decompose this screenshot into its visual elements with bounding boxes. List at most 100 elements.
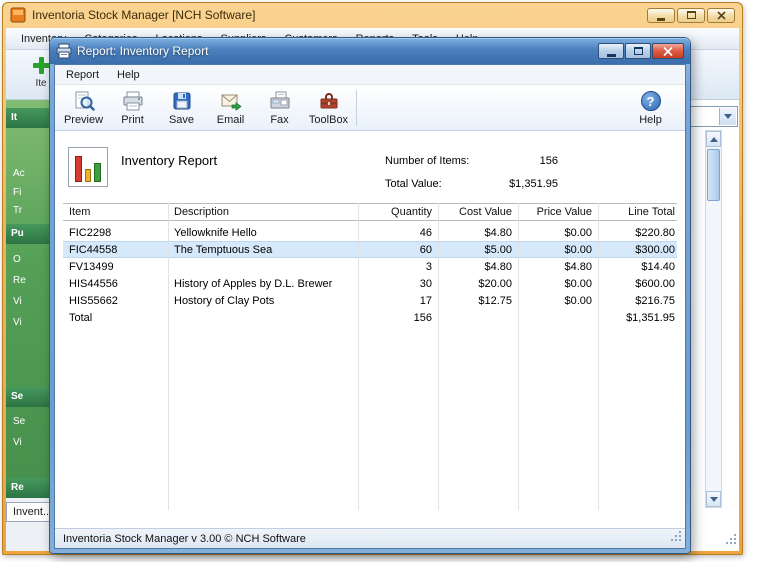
column-header-description[interactable]: Description (168, 206, 358, 218)
sidebar-item-view-3[interactable]: Vi (6, 435, 52, 451)
plus-icon (31, 55, 52, 76)
column-divider (438, 203, 439, 510)
email-button[interactable]: Email (206, 86, 255, 130)
main-titlebar[interactable]: Inventoria Stock Manager [NCH Software] (2, 2, 743, 28)
cell-description: History of Apples by D.L. Brewer (174, 277, 333, 290)
save-button[interactable]: Save (157, 86, 206, 130)
cell-cost-value: $20.00 (478, 277, 512, 290)
sidebar-header-sales: Se (6, 387, 52, 407)
report-window: Report: Inventory Report Report Help Pre… (50, 38, 690, 553)
help-icon: ? (640, 90, 661, 113)
save-label: Save (168, 113, 195, 126)
cell-cost-value: $4.80 (484, 226, 512, 239)
cell-description: The Temptuous Sea (174, 243, 273, 256)
sidebar-item-add[interactable]: Ac (6, 166, 52, 182)
cell-cost-value: $4.80 (484, 260, 512, 273)
report-content: Inventory Report Number of Items: 156 To… (55, 131, 685, 528)
maximize-icon (686, 11, 696, 19)
cell-quantity: 17 (419, 294, 432, 307)
table-row[interactable]: FV13499 3 $4.80 $4.80 $14.40 (63, 258, 677, 275)
cell-item: HIS55662 (69, 294, 118, 307)
cell-item: HIS44556 (69, 277, 118, 290)
table-row[interactable]: FIC44558 The Temptuous Sea 60 $5.00 $0.0… (63, 241, 677, 258)
maximize-icon (633, 47, 643, 55)
table-row[interactable]: HIS44556 History of Apples by D.L. Brewe… (63, 275, 677, 292)
sidebar-item-sell[interactable]: Se (6, 414, 52, 430)
report-window-controls (598, 43, 684, 59)
save-icon (171, 90, 193, 113)
table-row[interactable]: Total 156 $1,351.95 (63, 309, 677, 326)
preview-icon (73, 90, 95, 113)
table-row[interactable]: HIS55662 Hostory of Clay Pots 17 $12.75 … (63, 292, 677, 309)
table-header: Item Description Quantity Cost Value Pri… (63, 203, 677, 221)
sidebar-item-find[interactable]: Fi (6, 185, 52, 201)
preview-label: Preview (63, 113, 104, 126)
minimize-button[interactable] (647, 7, 675, 23)
cell-price-value: $0.00 (564, 243, 592, 256)
minimize-icon (657, 17, 665, 21)
report-minimize-button[interactable] (598, 43, 624, 59)
fax-icon (269, 90, 291, 113)
print-button[interactable]: Print (108, 86, 157, 130)
help-button[interactable]: ? Help (626, 86, 675, 130)
cell-price-value: $0.00 (564, 226, 592, 239)
report-menu-help[interactable]: Help (108, 65, 149, 84)
scroll-up-button[interactable] (706, 131, 721, 147)
table-row[interactable]: FIC2298 Yellowknife Hello 46 $4.80 $0.00… (63, 224, 677, 241)
report-toolbar: Preview Print Save Email Fax ToolBox ? H… (55, 85, 685, 131)
main-resize-grip[interactable] (725, 533, 738, 551)
help-label: Help (639, 113, 662, 126)
report-menubar: Report Help (55, 65, 685, 85)
main-window-controls (647, 7, 735, 23)
main-scrollbar[interactable] (705, 130, 722, 508)
sidebar-item-orders[interactable]: O (6, 252, 52, 268)
cell-item: Total (69, 311, 93, 324)
column-header-line-total[interactable]: Line Total (598, 206, 677, 218)
bar-chart-icon (68, 147, 108, 187)
main-window-title: Inventoria Stock Manager [NCH Software] (32, 8, 256, 22)
close-button[interactable] (707, 7, 735, 23)
column-divider (168, 203, 169, 510)
cell-price-value: $4.80 (564, 260, 592, 273)
cell-quantity: 46 (419, 226, 432, 239)
total-value: $1,351.95 (509, 178, 558, 190)
maximize-button[interactable] (677, 7, 705, 23)
sidebar-item-receive[interactable]: Re (6, 273, 52, 289)
report-resize-grip[interactable] (670, 530, 683, 546)
status-text: Inventoria Stock Manager v 3.00 © NCH So… (63, 532, 306, 545)
sidebar-item-transfer[interactable]: Tr (6, 203, 52, 219)
cell-line-total: $216.75 (635, 294, 675, 307)
report-titlebar[interactable]: Report: Inventory Report (50, 38, 690, 64)
cell-item: FV13499 (69, 260, 114, 273)
arrow-up-icon (709, 136, 718, 142)
cell-price-value: $0.00 (564, 294, 592, 307)
cell-quantity: 3 (425, 260, 432, 273)
column-header-item[interactable]: Item (63, 206, 168, 218)
sidebar-item-view-1[interactable]: Vi (6, 294, 52, 310)
table-body: FIC2298 Yellowknife Hello 46 $4.80 $0.00… (63, 221, 677, 326)
report-menu-report[interactable]: Report (57, 65, 108, 84)
scroll-down-button[interactable] (706, 491, 721, 507)
fax-button[interactable]: Fax (255, 86, 304, 130)
sidebar-header-items: It (6, 108, 52, 128)
scrollbar-thumb[interactable] (707, 149, 720, 201)
items-count-value: 156 (539, 155, 558, 167)
cell-line-total: $300.00 (635, 243, 675, 256)
chevron-down-icon[interactable] (719, 108, 736, 125)
report-close-button[interactable] (652, 43, 684, 59)
cell-item: FIC44558 (69, 243, 118, 256)
column-header-quantity[interactable]: Quantity (358, 206, 438, 218)
cell-line-total: $600.00 (635, 277, 675, 290)
sidebar-item-view-2[interactable]: Vi (6, 315, 52, 331)
report-maximize-button[interactable] (625, 43, 651, 59)
cell-quantity: 60 (419, 243, 432, 256)
print-label: Print (121, 113, 144, 126)
toolbar-separator (356, 89, 357, 126)
column-divider (598, 203, 599, 510)
column-divider (358, 203, 359, 510)
minimize-icon (606, 53, 616, 57)
toolbox-button[interactable]: ToolBox (304, 86, 353, 130)
preview-button[interactable]: Preview (59, 86, 108, 130)
column-header-cost-value[interactable]: Cost Value (438, 206, 518, 218)
column-header-price-value[interactable]: Price Value (518, 206, 598, 218)
